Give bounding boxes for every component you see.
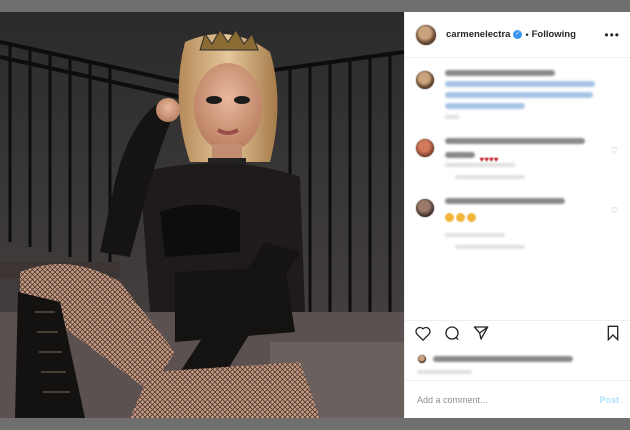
- comment-meta: [445, 233, 505, 237]
- action-bar: [405, 320, 630, 350]
- smile-emoji-icon: [445, 213, 454, 222]
- caption-text-line: [445, 70, 555, 76]
- comments-list: ♥♥♥♥ ♡ ♡: [405, 58, 630, 320]
- caption-timestamp: [445, 115, 459, 119]
- avatar: [417, 354, 427, 364]
- caption-body: [445, 70, 605, 124]
- post-header: carmenelectra ✓ • Following •••: [405, 12, 630, 58]
- post-button[interactable]: Post: [599, 395, 619, 405]
- post-sidebar: carmenelectra ✓ • Following ••• ♥♥♥♥ ♡ ♡…: [404, 12, 630, 418]
- view-replies-link[interactable]: [455, 175, 525, 179]
- share-icon[interactable]: [473, 325, 489, 346]
- following-button[interactable]: Following: [532, 29, 576, 40]
- comment-emoji-row: [445, 209, 605, 227]
- bookmark-icon[interactable]: [606, 325, 620, 346]
- comment-row: ♡: [415, 198, 620, 254]
- username-link[interactable]: carmenelectra: [446, 29, 510, 40]
- post-photo[interactable]: [0, 12, 404, 418]
- comment-icon[interactable]: [444, 325, 460, 346]
- add-comment-bar: Post: [405, 380, 630, 418]
- liked-by-text[interactable]: [433, 356, 573, 362]
- comment-body: ♥♥♥♥: [445, 138, 605, 184]
- caption-hashtags-line[interactable]: [445, 81, 595, 87]
- instagram-post-window: carmenelectra ✓ • Following ••• ♥♥♥♥ ♡ ♡…: [0, 12, 630, 418]
- heart-icon[interactable]: [415, 326, 431, 346]
- post-photo-image: [0, 12, 404, 418]
- caption-hashtags-line[interactable]: [445, 92, 593, 98]
- caption-hashtags-line[interactable]: [445, 103, 525, 109]
- avatar[interactable]: [415, 70, 435, 90]
- view-replies-link[interactable]: [455, 245, 525, 249]
- comment-row: ♥♥♥♥ ♡: [415, 138, 620, 184]
- comment-body: [445, 198, 605, 254]
- smile-emoji-icon: [456, 213, 465, 222]
- comment-like-icon[interactable]: ♡: [611, 206, 618, 215]
- comment-text-line: [445, 198, 565, 204]
- caption: [415, 70, 620, 124]
- verified-badge-icon: ✓: [513, 30, 523, 39]
- comment-text-line: [445, 138, 585, 144]
- smile-emoji-icon: [467, 213, 476, 222]
- avatar[interactable]: [415, 23, 437, 46]
- avatar[interactable]: [415, 138, 435, 158]
- comment-meta: [445, 163, 515, 167]
- avatar[interactable]: [415, 198, 435, 218]
- separator-dot: •: [525, 29, 529, 40]
- more-options-icon[interactable]: •••: [604, 28, 620, 42]
- comment-text-line: [445, 152, 475, 159]
- comment-like-icon[interactable]: ♡: [611, 146, 618, 155]
- post-date: [417, 370, 472, 374]
- add-comment-input[interactable]: [417, 394, 600, 405]
